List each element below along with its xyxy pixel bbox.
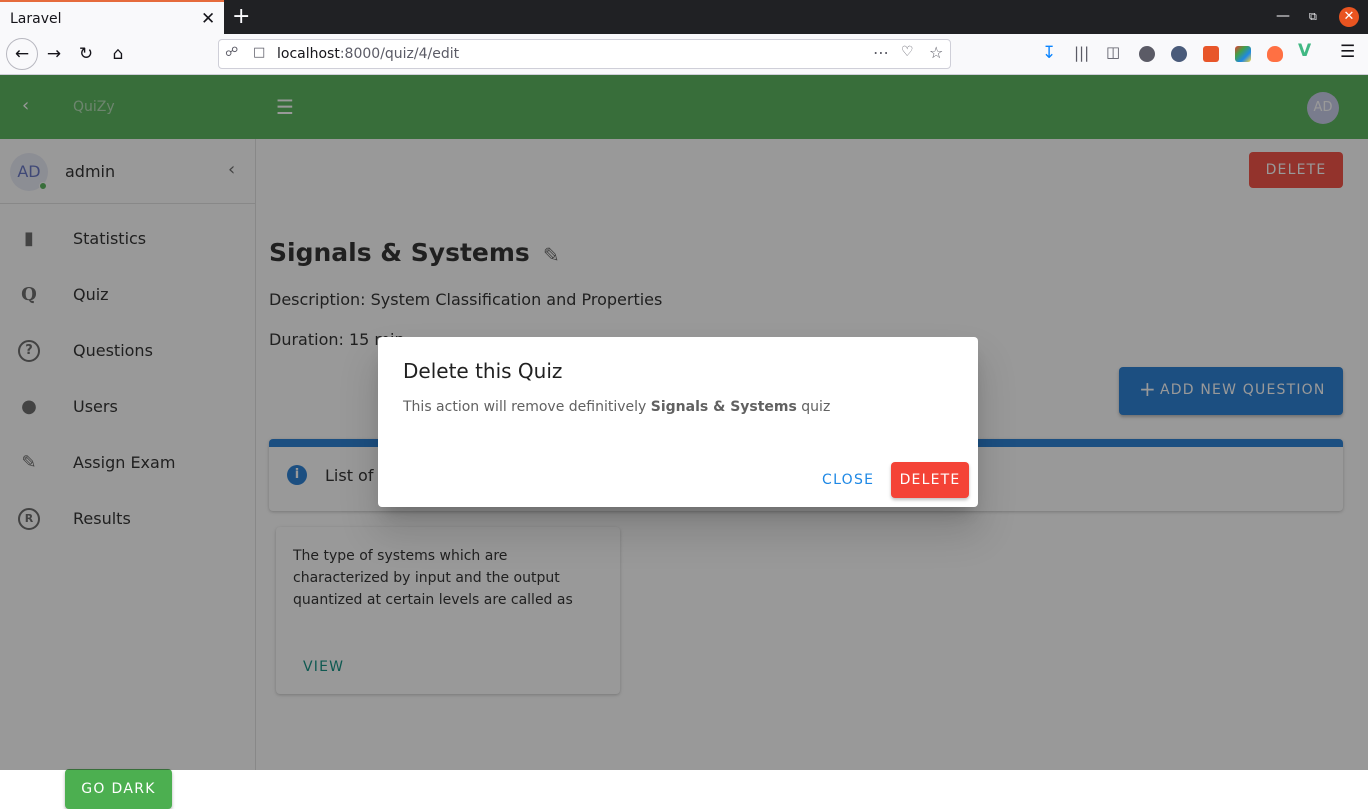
url-bar[interactable]: ☍ □ localhost:8000/quiz/4/edit ⋯ ♡ ☆ <box>218 39 951 69</box>
back-icon[interactable]: ← <box>6 38 38 70</box>
shield-icon[interactable]: ☍ <box>225 45 238 60</box>
tab-title: Laravel <box>10 11 62 27</box>
extension-cursor-icon[interactable] <box>1171 46 1187 62</box>
extension-search-icon[interactable] <box>1203 46 1219 62</box>
extension-fire-icon[interactable] <box>1267 46 1283 62</box>
browser-toolbar: ← → ↻ ⌂ ☍ □ localhost:8000/quiz/4/edit ⋯… <box>0 34 1368 75</box>
extension-colors-icon[interactable] <box>1235 46 1251 62</box>
vue-devtools-icon[interactable]: V <box>1298 41 1311 61</box>
home-icon[interactable]: ⌂ <box>104 40 132 68</box>
dialog-title: Delete this Quiz <box>403 359 563 383</box>
quiz-name-bold: Signals & Systems <box>650 399 797 415</box>
close-tab-icon[interactable]: ✕ <box>201 9 215 29</box>
delete-dialog: Delete this Quiz This action will remove… <box>378 337 978 507</box>
go-dark-button[interactable]: GO DARK <box>65 769 172 809</box>
browser-tab[interactable]: Laravel ✕ <box>0 0 224 34</box>
new-tab-icon[interactable]: + <box>232 4 250 29</box>
window-close-icon[interactable]: ✕ <box>1339 7 1359 27</box>
dialog-body: This action will remove definitively Sig… <box>403 399 831 415</box>
library-icon[interactable]: ||| <box>1074 44 1089 62</box>
pocket-icon[interactable]: ♡ <box>901 44 914 60</box>
bookmark-star-icon[interactable]: ☆ <box>929 43 943 62</box>
minimize-icon[interactable]: — <box>1276 8 1290 24</box>
downloads-icon[interactable]: ↧ <box>1042 43 1056 63</box>
restore-icon[interactable]: ⧉ <box>1309 10 1317 24</box>
menu-icon[interactable]: ☰ <box>1340 42 1355 62</box>
close-button[interactable]: CLOSE <box>822 472 874 488</box>
reload-icon[interactable]: ↻ <box>72 40 100 68</box>
browser-tab-strip: Laravel ✕ + — ⧉ ✕ <box>0 0 1368 34</box>
account-icon[interactable] <box>1139 46 1155 62</box>
forward-icon[interactable]: → <box>40 40 68 68</box>
confirm-delete-button[interactable]: DELETE <box>891 462 969 498</box>
page-actions-icon[interactable]: ⋯ <box>873 43 889 62</box>
url-text[interactable]: localhost:8000/quiz/4/edit <box>277 46 459 62</box>
sidebar-toggle-icon[interactable]: ◫ <box>1106 43 1120 61</box>
page-icon: □ <box>253 45 266 60</box>
